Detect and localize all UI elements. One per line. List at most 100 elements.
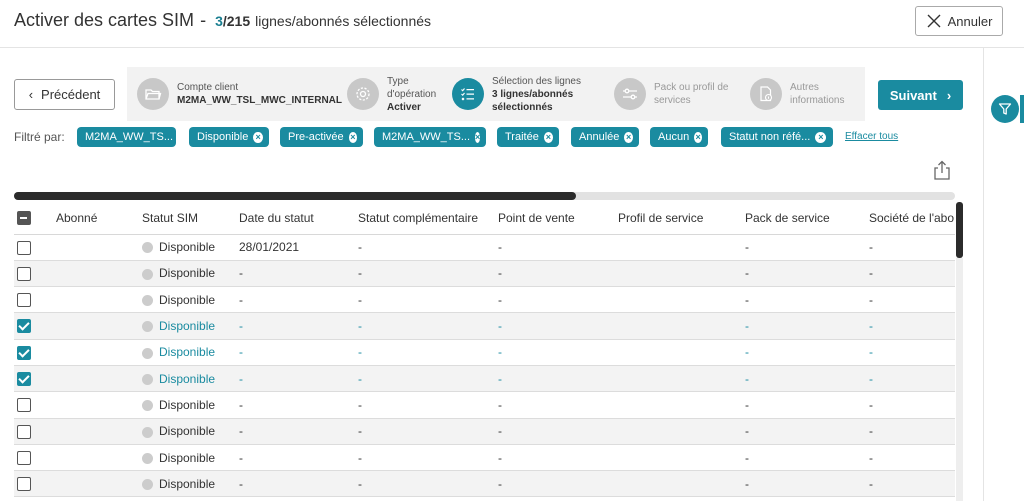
cell-status-date: 28/01/2021 — [239, 234, 358, 261]
side-panel-tab[interactable] — [1020, 95, 1024, 123]
column-header[interactable]: Société de l'abo — [869, 202, 955, 235]
cell-service-pack: - — [745, 234, 869, 261]
column-header[interactable]: Profil de service — [618, 202, 745, 235]
status-label: Disponible — [159, 292, 216, 307]
status-label: Disponible — [159, 266, 216, 281]
side-panel-divider — [983, 48, 984, 501]
row-checkbox[interactable] — [17, 450, 31, 465]
cell-subscriber — [56, 286, 142, 314]
filter-chip[interactable]: Annulée × — [571, 127, 639, 147]
step-value: M2MA_WW_TSL_MWC_INTERNAL — [177, 95, 342, 106]
table-row[interactable]: Disponible - - - - - — [14, 339, 955, 366]
remove-chip-icon[interactable]: × — [694, 131, 702, 143]
export-icon[interactable] — [931, 159, 953, 181]
cell-service-pack: - — [745, 312, 869, 340]
filter-chip[interactable]: Traitée × — [497, 127, 559, 147]
cancel-label: Annuler — [947, 13, 993, 29]
table-row[interactable]: Disponible - - - - - — [14, 312, 955, 340]
cell-service-profile — [618, 418, 745, 445]
column-header[interactable]: Pack de service — [745, 202, 869, 235]
remove-chip-icon[interactable]: × — [253, 131, 263, 143]
select-all-checkbox[interactable] — [17, 211, 31, 226]
column-header[interactable]: Point de vente — [498, 202, 618, 235]
column-header[interactable]: Statut SIM — [142, 202, 239, 235]
table-row[interactable]: Disponible - - - - - — [14, 260, 955, 288]
chip-label: M2MA_WW_TS... — [85, 131, 174, 143]
filter-chip[interactable]: Disponible × — [189, 127, 269, 147]
row-checkbox[interactable] — [17, 319, 31, 334]
table-row[interactable]: Disponible - - - - - — [14, 391, 955, 419]
cell-sim-status: Disponible — [142, 418, 239, 445]
table-row[interactable]: Disponible - - - - - — [14, 444, 955, 472]
cell-subscriber — [56, 470, 142, 498]
cell-sim-status: Disponible — [142, 391, 239, 419]
remove-chip-icon[interactable]: × — [348, 131, 357, 143]
remove-chip-icon[interactable]: × — [475, 131, 481, 143]
row-checkbox[interactable] — [17, 477, 31, 492]
page-title: Activer des cartes SIM - 3/215 lignes/abo… — [14, 10, 431, 31]
remove-chip-icon[interactable]: × — [624, 131, 633, 143]
row-checkbox[interactable] — [17, 266, 31, 281]
column-header[interactable]: Date du statut — [239, 202, 358, 235]
clear-all-filters-link[interactable]: Effacer tous — [845, 131, 898, 142]
column-header[interactable]: Statut complémentaire — [358, 202, 498, 235]
cell-point-of-sale: - — [498, 339, 618, 366]
step-service-pack: Pack ou profil de services — [614, 67, 729, 121]
table-row[interactable]: Disponible - - - - - — [14, 286, 955, 314]
row-checkbox[interactable] — [17, 293, 31, 308]
status-label: Disponible — [159, 345, 216, 360]
table-row[interactable]: Disponible - - - - - — [14, 470, 955, 498]
remove-chip-icon[interactable]: × — [543, 131, 553, 143]
table-row[interactable]: Disponible - - - - - — [14, 365, 955, 393]
cell-status-date: - — [239, 470, 358, 498]
filter-panel-button[interactable] — [991, 95, 1019, 123]
next-button[interactable]: Suivant › — [878, 80, 963, 110]
column-header[interactable]: Abonné — [56, 202, 142, 235]
wizard-stepper: Compte client M2MA_WW_TSL_MWC_INTERNAL T… — [127, 67, 865, 121]
step-text: Autres informations — [790, 81, 844, 107]
filter-chip[interactable]: Statut non réfé... × — [721, 127, 833, 147]
cell-sim-status: Disponible — [142, 234, 239, 261]
cell-service-profile — [618, 365, 745, 393]
table-row[interactable]: Disponible 28/01/2021- - - - — [14, 234, 955, 261]
remove-chip-icon[interactable]: × — [815, 131, 827, 143]
vertical-scrollbar-track[interactable] — [956, 258, 963, 501]
cell-service-pack: - — [745, 418, 869, 445]
cell-subscriber — [56, 234, 142, 261]
filter-chip[interactable]: Aucun × — [650, 127, 708, 147]
sliders-icon — [623, 88, 637, 100]
cell-service-pack: - — [745, 339, 869, 366]
cell-service-pack: - — [745, 444, 869, 472]
step-line-selection[interactable]: Sélection des lignes 3 lignes/abonnés sé… — [452, 67, 581, 121]
cell-company: - — [869, 286, 955, 314]
chip-label: Traitée — [505, 131, 539, 143]
vertical-scrollbar-thumb[interactable] — [956, 202, 963, 258]
filter-chip[interactable]: M2MA_WW_TS... × — [374, 127, 486, 147]
filter-chip[interactable]: M2MA_WW_TS... — [77, 127, 176, 147]
cell-service-profile — [618, 444, 745, 472]
cancel-button[interactable]: Annuler — [915, 6, 1003, 36]
table-row[interactable]: Disponible - - - - - — [14, 418, 955, 445]
row-checkbox[interactable] — [17, 345, 31, 360]
cell-status-date: - — [239, 391, 358, 419]
cell-sim-status: Disponible — [142, 470, 239, 498]
status-dot-icon — [142, 347, 153, 359]
status-dot-icon — [142, 295, 153, 307]
step-text: Pack ou profil de services — [654, 81, 729, 107]
title-text: Activer des cartes SIM — [14, 10, 195, 30]
step-other-info: Autres informations — [750, 67, 844, 121]
previous-button[interactable]: ‹ Précédent — [14, 79, 115, 110]
horizontal-scrollbar-thumb[interactable] — [14, 192, 576, 200]
row-checkbox[interactable] — [17, 372, 31, 387]
title-separator: - — [200, 10, 207, 30]
cell-company: - — [869, 391, 955, 419]
filter-label: Filtré par: — [14, 130, 65, 144]
step-client-account[interactable]: Compte client M2MA_WW_TSL_MWC_INTERNAL — [137, 67, 342, 121]
row-checkbox[interactable] — [17, 398, 31, 413]
row-checkbox[interactable] — [17, 240, 31, 255]
cell-service-profile — [618, 470, 745, 498]
sim-table: Abonné Statut SIM Date du statut Statut … — [14, 202, 955, 501]
filter-chip[interactable]: Pre-activée × — [280, 127, 363, 147]
row-checkbox[interactable] — [17, 424, 31, 439]
step-operation-type[interactable]: Type d'opération Activer — [347, 67, 436, 121]
